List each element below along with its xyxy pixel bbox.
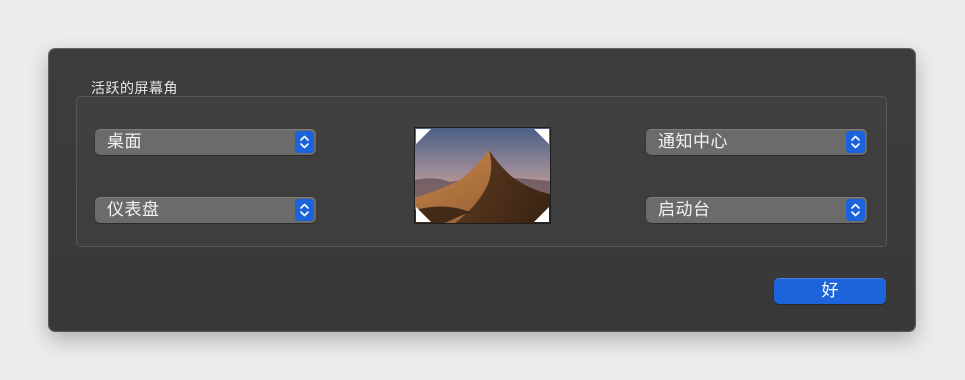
screen-preview-image <box>414 127 551 224</box>
top-right-corner-popup[interactable]: 通知中心 <box>646 129 867 155</box>
bottom-left-corner-popup[interactable]: 仪表盘 <box>95 197 316 223</box>
bottom-left-corner-value: 仪表盘 <box>107 200 160 220</box>
chevron-up-down-icon <box>295 199 314 221</box>
top-left-corner-value: 桌面 <box>107 132 142 152</box>
bottom-right-corner-value: 启动台 <box>658 200 711 220</box>
top-left-corner-popup[interactable]: 桌面 <box>95 129 316 155</box>
bottom-right-corner-popup[interactable]: 启动台 <box>646 197 867 223</box>
hot-corners-dialog: 活跃的屏幕角 桌面 仪表盘 通知中心 启动台 好 <box>49 49 915 331</box>
ok-button[interactable]: 好 <box>774 278 886 304</box>
group-title: 活跃的屏幕角 <box>91 81 178 97</box>
top-right-corner-value: 通知中心 <box>658 132 728 152</box>
chevron-up-down-icon <box>846 199 865 221</box>
chevron-up-down-icon <box>846 131 865 153</box>
chevron-up-down-icon <box>295 131 314 153</box>
